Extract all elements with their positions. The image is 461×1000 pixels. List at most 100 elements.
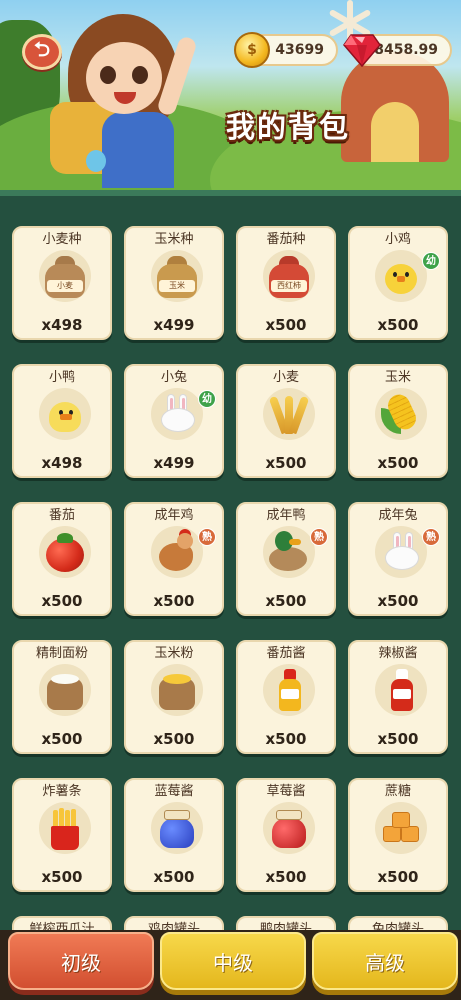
item-quantity: x500: [265, 730, 307, 748]
item-name: 玉米粉: [154, 646, 194, 661]
item-quantity: x500: [153, 730, 195, 748]
mature-badge: 熟: [198, 528, 216, 546]
item-quantity: x500: [153, 592, 195, 610]
item-quantity: x499: [153, 454, 195, 472]
item-quantity: x498: [41, 316, 83, 334]
page-title: 我的背包: [226, 110, 351, 144]
inventory-grid: 小麦种 小麦 x498 玉米种 玉米 x499 番茄种 西红柿 x500 小鸡 …: [12, 226, 448, 930]
chick-icon: [381, 256, 421, 296]
item-name: 番茄: [48, 508, 75, 523]
tab-basic[interactable]: 初级: [8, 932, 154, 990]
item-name: 小鸭: [48, 370, 75, 385]
item-name: 精制面粉: [35, 646, 88, 661]
inventory-item[interactable]: 小麦 x500: [236, 364, 336, 478]
item-quantity: x500: [153, 868, 195, 886]
item-quantity: x500: [377, 730, 419, 748]
wheat-seed-sack-icon: 小麦: [43, 254, 87, 298]
inventory-item[interactable]: 玉米种 玉米 x499: [124, 226, 224, 340]
coin-counter[interactable]: $ 43699: [234, 32, 338, 68]
duckling-icon: [45, 394, 85, 434]
young-badge: 幼: [198, 390, 216, 408]
inventory-item[interactable]: 玉米粉 x500: [124, 640, 224, 754]
tab-label: 中级: [213, 950, 253, 975]
sugar-cubes-icon: [379, 806, 423, 850]
mature-badge: 熟: [310, 528, 328, 546]
inventory-item[interactable]: 小鸡 幼 x500: [348, 226, 448, 340]
item-quantity: x500: [377, 592, 419, 610]
item-quantity: x499: [153, 316, 195, 334]
inventory-item[interactable]: 小兔 幼 x499: [124, 364, 224, 478]
item-name: 蓝莓酱: [154, 784, 194, 799]
inventory-item[interactable]: 番茄酱 x500: [236, 640, 336, 754]
mature-badge: 熟: [422, 528, 440, 546]
inventory-item[interactable]: 小鸭 x498: [12, 364, 112, 478]
item-name: 草莓酱: [266, 784, 306, 799]
tomato-icon: [43, 530, 87, 574]
young-badge: 幼: [422, 252, 440, 270]
item-quantity: x500: [265, 592, 307, 610]
inventory-item[interactable]: 成年鸡 熟 x500: [124, 502, 224, 616]
item-name: 小鸡: [384, 232, 411, 247]
item-quantity: x500: [265, 868, 307, 886]
tier-tab-bar: 初级 中级 高级: [0, 930, 461, 1000]
item-name: 玉米: [384, 370, 411, 385]
item-name: 小麦种: [42, 232, 82, 247]
ketchup-bottle-icon: [267, 667, 311, 713]
inventory-item[interactable]: 玉米 x500: [348, 364, 448, 478]
inventory-item[interactable]: 精制面粉 x500: [12, 640, 112, 754]
chili-sauce-icon: [379, 667, 423, 713]
inventory-item[interactable]: 鲜榨西瓜汁: [12, 916, 112, 930]
item-name: 玉米种: [154, 232, 194, 247]
item-quantity: x500: [41, 730, 83, 748]
item-quantity: x500: [265, 316, 307, 334]
inventory-item[interactable]: 成年鸭 熟 x500: [236, 502, 336, 616]
inventory-item[interactable]: 番茄 x500: [12, 502, 112, 616]
inventory-panel: 小麦种 小麦 x498 玉米种 玉米 x499 番茄种 西红柿 x500 小鸡 …: [0, 190, 461, 930]
item-name: 小兔: [160, 370, 187, 385]
item-name: 成年鸭: [266, 508, 306, 523]
cornmeal-sack-icon: [155, 668, 199, 712]
tab-label: 高级: [365, 950, 405, 975]
blueberry-jam-icon: [155, 806, 199, 850]
gem-counter[interactable]: 8458.99: [343, 34, 452, 67]
item-name: 蔗糖: [384, 784, 411, 799]
item-quantity: x500: [265, 454, 307, 472]
inventory-item[interactable]: 番茄种 西红柿 x500: [236, 226, 336, 340]
item-quantity: x500: [41, 868, 83, 886]
tab-intermediate[interactable]: 中级: [160, 932, 306, 990]
inventory-item[interactable]: 蓝莓酱 x500: [124, 778, 224, 892]
inventory-item[interactable]: 鸡肉罐头 鸡肉: [124, 916, 224, 930]
inventory-item[interactable]: 兔肉罐头 兔肉: [348, 916, 448, 930]
inventory-item[interactable]: 炸薯条 x500: [12, 778, 112, 892]
item-quantity: x500: [377, 454, 419, 472]
fries-icon: [43, 806, 87, 850]
rabbit-icon: [379, 532, 423, 572]
corn-seed-sack-icon: 玉米: [155, 254, 199, 298]
coin-icon: $: [234, 32, 270, 68]
bunny-icon: [155, 394, 199, 434]
inventory-item[interactable]: 小麦种 小麦 x498: [12, 226, 112, 340]
inventory-item[interactable]: 蔗糖 x500: [348, 778, 448, 892]
item-name: 番茄种: [266, 232, 306, 247]
item-name: 炸薯条: [42, 784, 82, 799]
farmer-girl-illustration: [34, 8, 204, 188]
ruby-gem-icon: [342, 30, 382, 70]
coin-amount: 43699: [275, 42, 324, 58]
item-quantity: x498: [41, 454, 83, 472]
back-arrow-icon: ⮌: [33, 37, 51, 61]
item-name: 成年鸡: [154, 508, 194, 523]
tab-advanced[interactable]: 高级: [312, 932, 458, 990]
item-name: 鸭肉罐头: [259, 922, 312, 930]
wheat-icon: [267, 392, 311, 436]
back-button[interactable]: ⮌: [22, 34, 62, 70]
item-quantity: x500: [377, 868, 419, 886]
corn-icon: [379, 391, 423, 436]
item-name: 兔肉罐头: [371, 922, 424, 930]
item-name: 番茄酱: [266, 646, 306, 661]
inventory-item[interactable]: 成年兔 熟 x500: [348, 502, 448, 616]
inventory-item[interactable]: 鸭肉罐头 鸭肉: [236, 916, 336, 930]
inventory-item[interactable]: 草莓酱 x500: [236, 778, 336, 892]
duck-icon: [267, 529, 311, 575]
inventory-item[interactable]: 辣椒酱 x500: [348, 640, 448, 754]
tomato-seed-sack-icon: 西红柿: [267, 254, 311, 298]
